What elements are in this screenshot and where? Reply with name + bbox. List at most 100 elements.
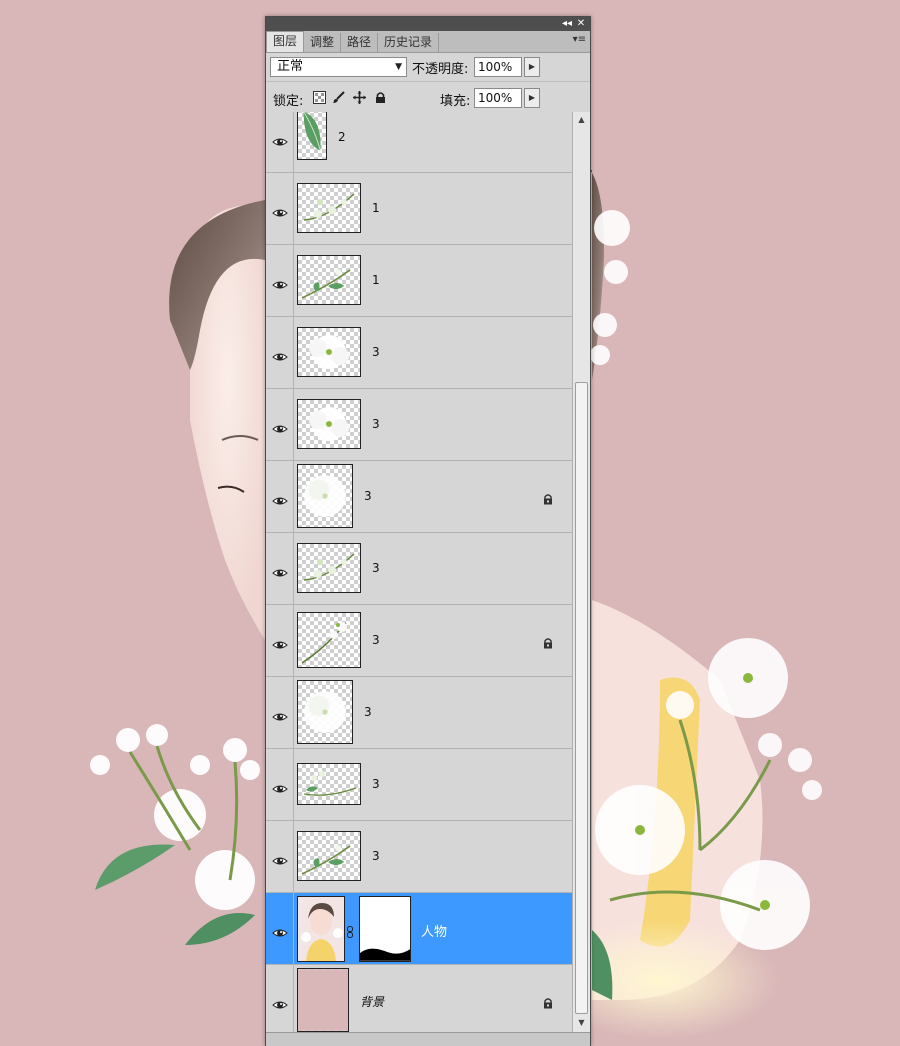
layer-name[interactable]: 1: [372, 273, 380, 287]
close-panel-icon[interactable]: ✕: [574, 17, 588, 31]
eye-icon[interactable]: [272, 491, 288, 505]
visibility-toggle[interactable]: [266, 821, 294, 892]
mask-link-icon[interactable]: [347, 923, 353, 938]
panel-tabs: 图层 调整 路径 历史记录 ▾≡: [266, 31, 590, 53]
visibility-toggle[interactable]: [266, 749, 294, 820]
layer-thumbnail[interactable]: [297, 612, 361, 668]
scroll-up-icon[interactable]: ▲: [575, 113, 588, 127]
layer-name[interactable]: 人物: [421, 921, 447, 940]
eye-icon[interactable]: [272, 995, 288, 1009]
eye-icon[interactable]: [272, 347, 288, 361]
layer-row[interactable]: 1: [266, 245, 572, 317]
eye-icon[interactable]: [272, 851, 288, 865]
panel-menu-icon[interactable]: ▾≡: [573, 34, 586, 45]
layer-row[interactable]: 3: [266, 605, 572, 677]
layer-thumbnail[interactable]: [297, 680, 353, 744]
tab-layers[interactable]: 图层: [266, 31, 305, 52]
layer-row[interactable]: 背景: [266, 965, 572, 1032]
visibility-toggle[interactable]: [266, 112, 294, 172]
layer-thumbnail[interactable]: [297, 763, 361, 805]
eye-icon[interactable]: [272, 635, 288, 649]
blend-opacity-row: 正常 ▼ 不透明度: 100% ▶: [266, 53, 590, 82]
eye-icon[interactable]: [272, 707, 288, 721]
layer-name[interactable]: 3: [372, 345, 380, 359]
lock-fill-row: 锁定: 填充: 100% ▶: [266, 82, 590, 113]
layer-thumbnail[interactable]: [297, 327, 361, 377]
visibility-toggle[interactable]: [266, 605, 294, 676]
layer-row[interactable]: 3: [266, 389, 572, 461]
eye-icon[interactable]: [272, 779, 288, 793]
eye-icon[interactable]: [272, 132, 288, 146]
layer-row[interactable]: 3: [266, 677, 572, 749]
layer-thumbnail[interactable]: [297, 831, 361, 881]
visibility-toggle[interactable]: [266, 893, 294, 964]
visibility-toggle[interactable]: [266, 965, 294, 1032]
visibility-toggle[interactable]: [266, 461, 294, 532]
layer-row[interactable]: 1: [266, 173, 572, 245]
dropdown-arrow-icon: ▼: [395, 62, 402, 72]
fill-input[interactable]: 100%: [474, 88, 522, 108]
layer-name[interactable]: 3: [372, 417, 380, 431]
blend-mode-value: 正常: [277, 59, 304, 74]
layer-name[interactable]: 3: [364, 705, 372, 719]
layer-name[interactable]: 3: [364, 489, 372, 503]
visibility-toggle[interactable]: [266, 173, 294, 244]
blend-mode-select[interactable]: 正常 ▼: [270, 57, 407, 77]
lock-transparent-pixels-icon[interactable]: [313, 91, 326, 104]
eye-icon[interactable]: [272, 563, 288, 577]
collapse-panel-icon[interactable]: ◂◂: [560, 17, 574, 31]
layer-list-scrollbar[interactable]: ▲ ▼: [572, 112, 590, 1032]
layer-thumbnail[interactable]: [297, 968, 349, 1032]
layer-thumbnail[interactable]: [297, 896, 345, 962]
lock-label: 锁定:: [273, 94, 304, 109]
eye-icon[interactable]: [272, 203, 288, 217]
layer-row[interactable]: 3: [266, 821, 572, 893]
layer-thumbnail[interactable]: [297, 543, 361, 593]
lock-all-icon[interactable]: [374, 91, 387, 104]
scroll-down-icon[interactable]: ▼: [575, 1016, 588, 1030]
layer-row[interactable]: 2: [266, 112, 572, 173]
visibility-toggle[interactable]: [266, 533, 294, 604]
visibility-toggle[interactable]: [266, 317, 294, 388]
scrollbar-thumb[interactable]: [575, 382, 588, 1014]
tab-paths[interactable]: 路径: [341, 33, 379, 52]
tab-adjustments[interactable]: 调整: [304, 33, 342, 52]
layer-lock-icon: [542, 634, 554, 649]
lock-image-pixels-icon[interactable]: [332, 91, 345, 104]
layer-name[interactable]: 3: [372, 561, 380, 575]
layer-name[interactable]: 1: [372, 201, 380, 215]
visibility-toggle[interactable]: [266, 389, 294, 460]
layer-row[interactable]: 3: [266, 533, 572, 605]
fill-label: 填充:: [440, 94, 471, 109]
layer-row[interactable]: 人物: [266, 893, 572, 965]
layer-mask-thumbnail[interactable]: [359, 896, 411, 962]
eye-icon[interactable]: [272, 419, 288, 433]
eye-icon[interactable]: [272, 923, 288, 937]
layer-row[interactable]: 3: [266, 317, 572, 389]
tab-history[interactable]: 历史记录: [378, 33, 440, 52]
visibility-toggle[interactable]: [266, 677, 294, 748]
layer-thumbnail[interactable]: [297, 399, 361, 449]
layer-name[interactable]: 3: [372, 633, 380, 647]
layer-thumbnail[interactable]: [297, 255, 361, 305]
layer-lock-icon: [542, 994, 554, 1009]
layer-thumbnail[interactable]: [297, 464, 353, 528]
opacity-slider-button[interactable]: ▶: [524, 57, 540, 77]
layer-lock-icon: [542, 490, 554, 505]
layer-row[interactable]: 3: [266, 749, 572, 821]
layer-name[interactable]: 背景: [360, 993, 384, 1010]
visibility-toggle[interactable]: [266, 245, 294, 316]
lock-position-icon[interactable]: [353, 91, 366, 104]
layer-name[interactable]: 2: [338, 130, 346, 144]
layer-thumbnail[interactable]: [297, 183, 361, 233]
opacity-input[interactable]: 100%: [474, 57, 522, 77]
layer-name[interactable]: 3: [372, 849, 380, 863]
layer-list: 2 1 1 3 3 3 3 3 3 3 3 人物背景: [266, 112, 572, 1032]
layer-thumbnail[interactable]: [297, 112, 327, 160]
opacity-label: 不透明度:: [412, 62, 469, 77]
eye-icon[interactable]: [272, 275, 288, 289]
layer-name[interactable]: 3: [372, 777, 380, 791]
layer-row[interactable]: 3: [266, 461, 572, 533]
fill-slider-button[interactable]: ▶: [524, 88, 540, 108]
layers-panel: ◂◂ ✕ 图层 调整 路径 历史记录 ▾≡ 正常 ▼ 不透明度: 100% ▶ …: [265, 16, 591, 1046]
